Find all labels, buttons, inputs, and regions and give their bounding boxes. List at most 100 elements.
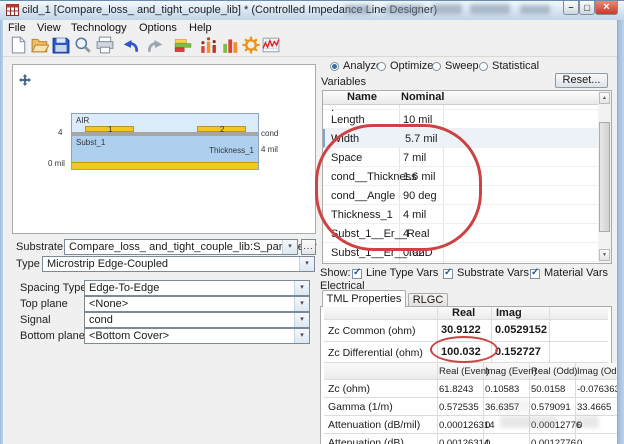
thickness-value-label: 4 mil <box>261 145 278 154</box>
close-button[interactable] <box>595 1 618 15</box>
gamma-real-odd: 0.579091 <box>531 402 571 413</box>
save-icon[interactable] <box>52 36 70 54</box>
annotation-zc-differential-circle <box>430 336 498 363</box>
reset-button[interactable]: Reset... <box>555 73 608 88</box>
chevron-down-icon[interactable] <box>294 329 309 343</box>
zc-real-odd: 50.0158 <box>531 384 565 395</box>
menu-technology[interactable]: Technology <box>68 21 130 35</box>
chevron-down-icon[interactable] <box>282 240 297 254</box>
toolbar <box>0 35 624 57</box>
tick-4-label: 4 <box>58 128 62 137</box>
modal-table: Real (Even) Imag (Even) Real (Odd) Imag … <box>324 363 622 444</box>
conductor-1-label: 1 <box>108 125 112 134</box>
title-bar[interactable]: cild_1 [Compare_loss_ and_tight_couple_l… <box>0 1 624 21</box>
substrate-browse-button[interactable]: ... <box>301 239 316 255</box>
radio-sweep[interactable] <box>432 62 441 71</box>
checkbox-line-type-vars[interactable] <box>352 269 362 279</box>
radio-optimize-label: Optimize <box>390 60 433 72</box>
attenuation-db-imag-even: 0 <box>485 438 490 444</box>
air-label: AIR <box>76 116 89 125</box>
col-nominal-header: Nominal <box>401 91 444 103</box>
top-plane-combo[interactable]: <None> <box>84 296 310 312</box>
conductor-2[interactable]: 2 <box>197 126 246 132</box>
substrate-combo-value: Compare_loss_ and_tight_couple_lib:S_par… <box>69 241 317 253</box>
top-plane-combo-value: <None> <box>89 298 128 310</box>
layer-chart-icon[interactable] <box>174 36 192 54</box>
bottom-plane-combo[interactable]: <Bottom Cover> <box>84 328 310 344</box>
settings-gear-icon[interactable] <box>242 36 260 54</box>
type-combo-value: Microstrip Edge-Coupled <box>47 258 168 270</box>
redacted-watermark <box>470 4 510 14</box>
cond-layer-label: cond <box>261 129 278 138</box>
spacing-type-combo[interactable]: Edge-To-Edge <box>84 280 310 296</box>
scroll-up-icon[interactable]: ▲ <box>599 92 610 104</box>
app-icon <box>6 4 19 16</box>
radio-analyze[interactable] <box>330 62 339 71</box>
gamma-real-even: 0.572535 <box>439 402 479 413</box>
menu-view[interactable]: View <box>34 21 64 35</box>
tab-rlgc[interactable]: RLGC <box>408 293 448 307</box>
checkbox-substrate-vars-label: Substrate Vars <box>457 267 529 279</box>
redacted-watermark <box>386 5 424 14</box>
top-plane-label-text: Top plane <box>20 298 68 310</box>
redo-icon[interactable] <box>146 36 164 54</box>
gamma-imag-odd: 33.4665 <box>577 402 611 413</box>
spacing-combo-value: Edge-To-Edge <box>89 282 159 294</box>
radio-statistical[interactable] <box>479 62 488 71</box>
minimize-button[interactable] <box>563 1 579 15</box>
zc-label: Zc (ohm) <box>328 383 370 395</box>
menu-help[interactable]: Help <box>186 21 215 35</box>
new-file-icon[interactable] <box>9 36 27 54</box>
substrate-layer[interactable]: Subst_1 Thickness_1 <box>72 136 258 162</box>
radio-optimize[interactable] <box>377 62 386 71</box>
checkbox-material-vars[interactable] <box>530 269 540 279</box>
zoom-icon[interactable] <box>74 36 92 54</box>
scroll-down-icon[interactable]: ▼ <box>599 249 610 261</box>
variables-table-header: Name Nominal <box>323 91 599 105</box>
attenuation-dbmil-imag-even: 0 <box>485 420 490 431</box>
chevron-down-icon[interactable] <box>294 313 309 327</box>
attenuation-db-real-odd: 0.0012776 <box>531 438 576 444</box>
conductor-1[interactable]: 1 <box>85 126 134 132</box>
chevron-down-icon[interactable] <box>294 297 309 311</box>
maximize-button[interactable] <box>579 1 595 15</box>
chevron-down-icon[interactable] <box>299 257 314 271</box>
checkbox-substrate-vars[interactable] <box>443 269 453 279</box>
substrate-label: Subst_1 <box>76 138 105 147</box>
scrollbar-thumb[interactable] <box>599 122 610 232</box>
zc-real-even: 61.8243 <box>439 384 473 395</box>
variables-scrollbar[interactable]: ▲ ▼ <box>598 90 612 264</box>
zc-differential-label: Zc Differential (ohm) <box>328 347 423 359</box>
signal-combo[interactable]: cond <box>84 312 310 328</box>
tab-tml-properties[interactable]: TML Properties <box>322 290 406 307</box>
spacing-type-label-text: Spacing Type <box>20 282 86 294</box>
type-combo[interactable]: Microstrip Edge-Coupled <box>42 256 315 272</box>
bar-chart-icon[interactable] <box>199 36 217 54</box>
tick-0-label: 0 mil <box>48 159 65 168</box>
col-real-even-header: Real (Even) <box>439 366 489 377</box>
variables-label: Variables <box>321 76 366 88</box>
chevron-down-icon[interactable] <box>294 281 309 295</box>
zc-common-real: 30.9122 <box>441 324 481 336</box>
plot-icon[interactable] <box>262 36 280 54</box>
substrate-label-text: Substrate <box>16 241 63 253</box>
redacted-watermark <box>432 4 462 14</box>
menu-options[interactable]: Options <box>136 21 180 35</box>
undo-icon[interactable] <box>122 36 140 54</box>
open-icon[interactable] <box>31 36 49 54</box>
print-icon[interactable] <box>96 36 114 54</box>
substrate-combo[interactable]: Compare_loss_ and_tight_couple_lib:S_par… <box>64 239 298 255</box>
show-label: Show: <box>320 267 351 279</box>
column-chart-icon[interactable] <box>221 36 239 54</box>
menu-file[interactable]: File <box>5 21 29 35</box>
pan-cross-icon[interactable] <box>19 74 31 86</box>
checkbox-line-type-vars-label: Line Type Vars <box>366 267 438 279</box>
app-window: cild_1 [Compare_loss_ and_tight_couple_l… <box>0 0 624 444</box>
conductor-2-label: 2 <box>220 125 224 134</box>
col-imag-header: Imag <box>496 307 522 319</box>
radio-sweep-label: Sweep <box>445 60 479 72</box>
menu-bar: File View Technology Options Help <box>0 20 624 36</box>
ground-layer[interactable] <box>72 162 258 169</box>
substrate-stack[interactable]: AIR Subst_1 Thickness_1 1 2 <box>71 113 259 170</box>
redacted-watermark <box>520 5 550 14</box>
